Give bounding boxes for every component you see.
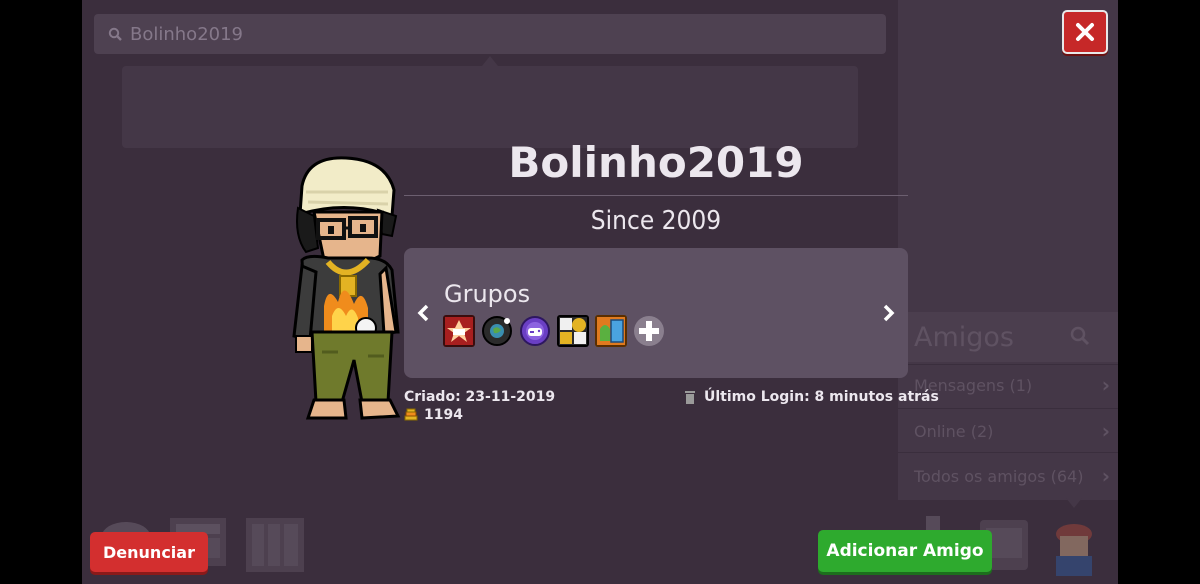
profile-since: Since 2009: [590, 206, 722, 236]
score-row: 1194: [404, 407, 463, 423]
inventory-icon[interactable]: [244, 514, 308, 576]
stack-coins-icon: [404, 408, 418, 421]
search-results-pointer: [482, 56, 498, 66]
friends-divider: [898, 364, 1118, 365]
user-avatar-icon[interactable]: [1044, 516, 1110, 578]
friends-item-label: Online (2): [914, 421, 994, 441]
groups-prev-button[interactable]: [412, 298, 434, 328]
gold-clock-badge-icon[interactable]: [557, 315, 589, 347]
chevron-right-icon: ›: [1101, 373, 1110, 397]
trash-icon: [685, 391, 695, 404]
friends-item-online[interactable]: Online (2) ›: [914, 417, 1114, 445]
search-results-panel: [122, 66, 858, 148]
groups-panel: [404, 248, 908, 378]
red-group-badge-icon[interactable]: [443, 315, 475, 347]
profile-divider: [404, 195, 908, 196]
friends-title: Amigos: [914, 322, 1014, 353]
close-icon: [1076, 23, 1094, 41]
friends-divider: [898, 452, 1118, 453]
score-value: 1194: [424, 407, 463, 423]
last-login: Último Login: 8 minutos atrás: [704, 389, 939, 405]
add-group-icon[interactable]: [633, 315, 665, 347]
close-button[interactable]: [1062, 10, 1108, 54]
friends-divider: [898, 408, 1118, 409]
report-button[interactable]: Denunciar: [90, 532, 208, 572]
search-icon: [108, 27, 122, 41]
friends-item-label: Todos os amigos (64): [914, 466, 1084, 486]
created-date: Criado: 23-11-2019: [404, 389, 556, 405]
friends-panel-pointer: [1066, 498, 1082, 508]
last-login-row: Último Login: 8 minutos atrás: [684, 389, 939, 405]
add-friend-button[interactable]: Adicionar Amigo: [818, 530, 992, 572]
chevron-right-icon: ›: [1101, 464, 1110, 488]
chevron-left-icon: [417, 304, 429, 322]
groups-title: Grupos: [444, 280, 531, 308]
search-input[interactable]: Bolinho2019: [94, 14, 886, 54]
chevron-right-icon: [883, 304, 895, 322]
purple-gamepad-badge-icon[interactable]: [519, 315, 551, 347]
profile-username: Bolinho2019: [508, 138, 804, 187]
globe-group-badge-icon[interactable]: [481, 315, 513, 347]
avatar: [292, 156, 401, 420]
chevron-right-icon: ›: [1101, 419, 1110, 443]
orange-blue-badge-icon[interactable]: [595, 315, 627, 347]
friends-search-icon[interactable]: [1070, 326, 1090, 346]
friends-item-all[interactable]: Todos os amigos (64) ›: [914, 462, 1114, 490]
search-value: Bolinho2019: [130, 23, 244, 45]
groups-next-button[interactable]: [878, 298, 900, 328]
friends-item-messages[interactable]: Mensagens (1) ›: [914, 371, 1114, 399]
